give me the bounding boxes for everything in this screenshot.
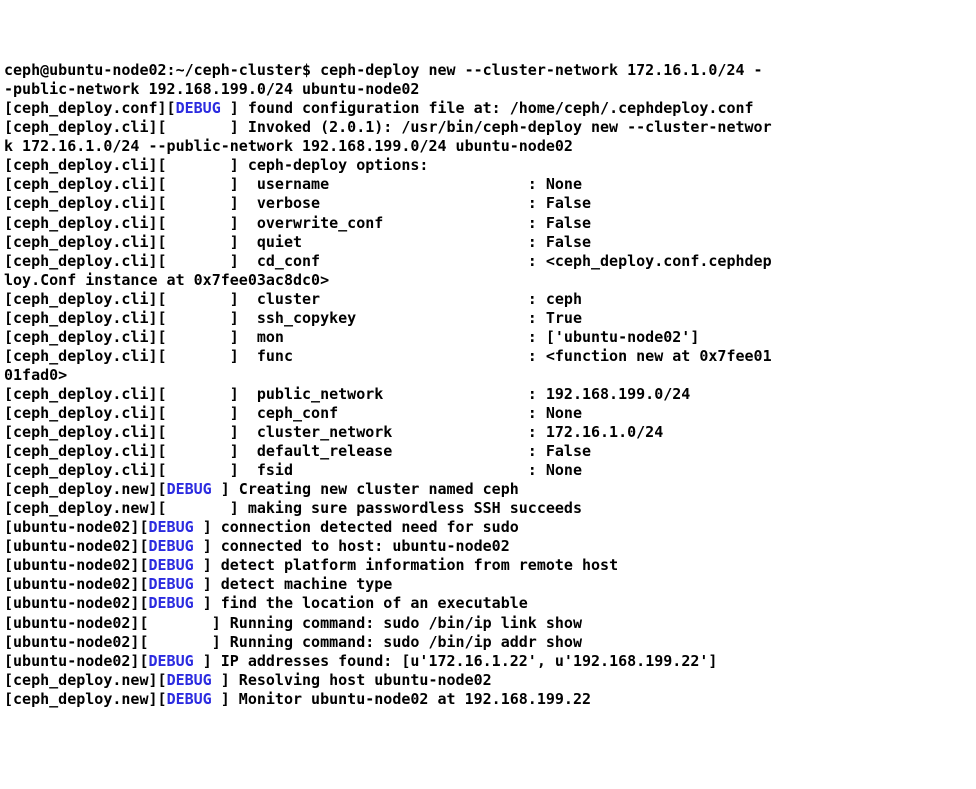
log-level: DEBUG (167, 480, 221, 498)
terminal-line: [ceph_deploy.new][ ] making sure passwor… (4, 499, 972, 518)
terminal-line: [ubuntu-node02][DEBUG ] connected to hos… (4, 537, 972, 556)
terminal-line: [ubuntu-node02][DEBUG ] find the locatio… (4, 594, 972, 613)
terminal-line: [ceph_deploy.cli][ ] quiet : False (4, 233, 972, 252)
terminal-line: [ceph_deploy.cli][ ] ceph_conf : None (4, 404, 972, 423)
terminal-line: [ceph_deploy.new][DEBUG ] Resolving host… (4, 671, 972, 690)
terminal-line: [ceph_deploy.new][DEBUG ] Monitor ubuntu… (4, 690, 972, 709)
terminal-line: [ceph_deploy.cli][ ] Invoked (2.0.1): /u… (4, 118, 972, 137)
terminal-line: [ubuntu-node02][DEBUG ] detect platform … (4, 556, 972, 575)
log-level: DEBUG (149, 594, 203, 612)
terminal-line: [ceph_deploy.new][DEBUG ] Creating new c… (4, 480, 972, 499)
terminal-line: [ubuntu-node02][DEBUG ] connection detec… (4, 518, 972, 537)
terminal-output: ceph@ubuntu-node02:~/ceph-cluster$ ceph-… (4, 61, 972, 709)
terminal-line: [ceph_deploy.cli][ ] ssh_copykey : True (4, 309, 972, 328)
terminal-line: [ceph_deploy.cli][ ] default_release : F… (4, 442, 972, 461)
log-level: DEBUG (149, 652, 203, 670)
terminal-line: [ubuntu-node02][ ] Running command: sudo… (4, 633, 972, 652)
log-level: DEBUG (149, 518, 203, 536)
terminal-line: [ubuntu-node02][DEBUG ] detect machine t… (4, 575, 972, 594)
log-level: DEBUG (149, 575, 203, 593)
terminal-line: [ubuntu-node02][DEBUG ] IP addresses fou… (4, 652, 972, 671)
terminal-line: [ceph_deploy.cli][ ] public_network : 19… (4, 385, 972, 404)
terminal-line: k 172.16.1.0/24 --public-network 192.168… (4, 137, 972, 156)
log-level: DEBUG (176, 99, 230, 117)
terminal-line: [ceph_deploy.cli][ ] cluster : ceph (4, 290, 972, 309)
terminal-line: [ceph_deploy.cli][ ] mon : ['ubuntu-node… (4, 328, 972, 347)
terminal-line: [ubuntu-node02][ ] Running command: sudo… (4, 614, 972, 633)
terminal-line: loy.Conf instance at 0x7fee03ac8dc0> (4, 271, 972, 290)
terminal-line: [ceph_deploy.cli][ ] fsid : None (4, 461, 972, 480)
terminal-line: [ceph_deploy.cli][ ] cluster_network : 1… (4, 423, 972, 442)
log-level: DEBUG (167, 690, 221, 708)
log-level: DEBUG (167, 671, 221, 689)
terminal-line: [ceph_deploy.cli][ ] ceph-deploy options… (4, 156, 972, 175)
terminal-line: -public-network 192.168.199.0/24 ubuntu-… (4, 80, 972, 99)
terminal-line: ceph@ubuntu-node02:~/ceph-cluster$ ceph-… (4, 61, 972, 80)
log-level: DEBUG (149, 537, 203, 555)
log-level: DEBUG (149, 556, 203, 574)
terminal-line: [ceph_deploy.cli][ ] username : None (4, 175, 972, 194)
terminal-line: 01fad0> (4, 366, 972, 385)
terminal-line: [ceph_deploy.cli][ ] func : <function ne… (4, 347, 972, 366)
terminal-line: [ceph_deploy.cli][ ] verbose : False (4, 194, 972, 213)
terminal-line: [ceph_deploy.cli][ ] overwrite_conf : Fa… (4, 214, 972, 233)
terminal-line: [ceph_deploy.conf][DEBUG ] found configu… (4, 99, 972, 118)
terminal-line: [ceph_deploy.cli][ ] cd_conf : <ceph_dep… (4, 252, 972, 271)
